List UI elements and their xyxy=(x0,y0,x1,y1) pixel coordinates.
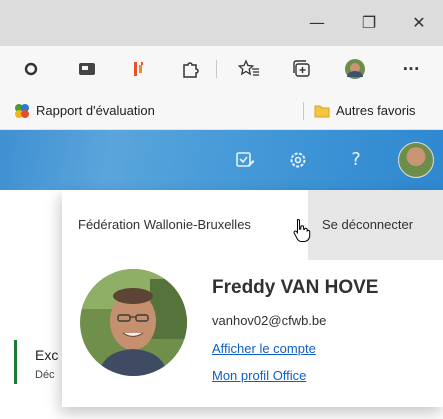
task-icon[interactable] xyxy=(234,149,256,171)
browser-toolbar: ··· xyxy=(0,46,443,92)
account-avatar-button[interactable] xyxy=(398,142,434,178)
profile-icon[interactable] xyxy=(344,58,366,80)
toolbar-separator xyxy=(216,60,217,78)
organization-name: Fédération Wallonie-Bruxelles xyxy=(78,217,251,232)
app-header-banner: ? xyxy=(0,130,443,190)
favorites-icon[interactable] xyxy=(237,58,260,80)
restore-button[interactable]: ❐ xyxy=(354,12,384,34)
favorites-separator xyxy=(303,102,304,120)
close-button[interactable]: ✕ xyxy=(404,12,434,34)
folder-icon xyxy=(314,105,330,118)
record-icon[interactable] xyxy=(20,58,42,80)
account-panel: Fédération Wallonie-Bruxelles Se déconne… xyxy=(62,190,443,407)
user-email: vanhov02@cfwb.be xyxy=(212,313,327,328)
user-name: Freddy VAN HOVE xyxy=(212,277,379,298)
favorites-bar: Rapport d'évaluation Autres favoris xyxy=(0,92,443,130)
extensions-icon[interactable] xyxy=(179,58,201,80)
collections-icon[interactable] xyxy=(291,58,313,80)
favorite-label: Rapport d'évaluation xyxy=(36,103,155,118)
folder-label: Autres favoris xyxy=(336,103,416,118)
background-item-subtitle: Déc xyxy=(35,369,55,381)
office-profile-link[interactable]: Mon profil Office xyxy=(212,368,306,383)
extension-bars-icon[interactable] xyxy=(128,58,150,80)
more-icon[interactable]: ··· xyxy=(400,58,422,80)
sign-out-button[interactable]: Se déconnecter xyxy=(308,190,443,260)
profile-photo xyxy=(80,269,187,376)
content-accent-bar xyxy=(14,340,17,384)
reader-icon[interactable] xyxy=(76,58,98,80)
settings-icon[interactable] xyxy=(287,149,309,171)
minimize-button[interactable]: — xyxy=(302,12,332,34)
view-account-link[interactable]: Afficher le compte xyxy=(212,341,316,356)
favorite-folder-autres[interactable]: Autres favoris xyxy=(314,101,415,121)
window-titlebar: — ❐ ✕ xyxy=(0,0,443,46)
help-icon[interactable]: ? xyxy=(345,149,367,171)
hand-cursor-icon xyxy=(293,218,311,242)
favorite-rapport[interactable]: Rapport d'évaluation xyxy=(14,101,155,121)
background-item-title: Exc xyxy=(35,347,59,363)
sign-out-label: Se déconnecter xyxy=(322,217,414,232)
pinwheel-icon xyxy=(15,104,29,118)
